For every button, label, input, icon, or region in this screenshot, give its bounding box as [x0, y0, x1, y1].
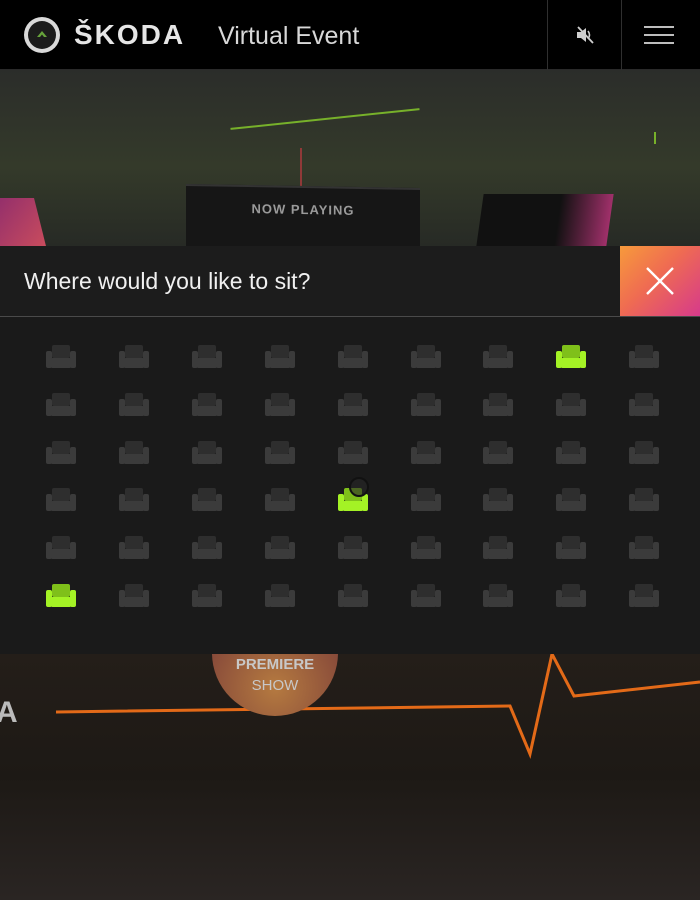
side-screen-right: [476, 194, 614, 246]
speaker-muted-icon: [576, 26, 594, 44]
seat[interactable]: [629, 344, 659, 372]
seat[interactable]: [265, 344, 295, 372]
seat[interactable]: [119, 487, 149, 515]
seat[interactable]: [411, 344, 441, 372]
seat[interactable]: [338, 535, 368, 563]
heartbeat-neon-line: [55, 654, 700, 759]
seat[interactable]: [192, 487, 222, 515]
header-subtitle: Virtual Event: [218, 22, 360, 50]
seat[interactable]: [483, 487, 513, 515]
now-playing-label: NOW PLAYING: [251, 201, 355, 218]
hamburger-menu-icon: [643, 20, 674, 50]
seat[interactable]: [411, 535, 441, 563]
seat[interactable]: [119, 583, 149, 611]
close-button[interactable]: [620, 246, 700, 316]
seat-selected[interactable]: [46, 583, 76, 611]
seat[interactable]: [265, 392, 295, 420]
seat[interactable]: [338, 392, 368, 420]
seat[interactable]: [192, 392, 222, 420]
seat[interactable]: [46, 344, 76, 372]
seat[interactable]: [556, 583, 586, 611]
seat[interactable]: [483, 344, 513, 372]
seat[interactable]: [338, 583, 368, 611]
seat[interactable]: [629, 440, 659, 468]
seat[interactable]: [629, 392, 659, 420]
skoda-arrow-logo-icon[interactable]: [24, 17, 60, 53]
seat[interactable]: [119, 440, 149, 468]
neon-line: [300, 148, 302, 188]
seat[interactable]: [411, 487, 441, 515]
side-letter: A: [0, 696, 18, 729]
seat[interactable]: [629, 535, 659, 563]
seat[interactable]: [338, 440, 368, 468]
seat[interactable]: [265, 583, 295, 611]
seat-picker-header: Where would you like to sit?: [0, 246, 700, 317]
seat[interactable]: [265, 535, 295, 563]
seat-picker-title: Where would you like to sit?: [24, 268, 311, 294]
neon-line: [654, 132, 656, 144]
seat[interactable]: [556, 392, 586, 420]
seat[interactable]: [483, 535, 513, 563]
seat[interactable]: [411, 392, 441, 420]
background-scene-bottom: PREMIERE SHOW A: [0, 654, 700, 900]
seat-selected[interactable]: [556, 344, 586, 372]
seat[interactable]: [411, 583, 441, 611]
seat[interactable]: [119, 344, 149, 372]
side-screen-left: [0, 198, 46, 246]
seat[interactable]: [119, 535, 149, 563]
now-playing-screen: NOW PLAYING: [186, 183, 420, 246]
seat[interactable]: [192, 344, 222, 372]
pointer-cursor: [349, 477, 369, 497]
menu-button[interactable]: [621, 0, 695, 70]
seat[interactable]: [556, 487, 586, 515]
seat[interactable]: [411, 440, 441, 468]
seat[interactable]: [483, 392, 513, 420]
seat[interactable]: [119, 392, 149, 420]
seat[interactable]: [46, 392, 76, 420]
seat[interactable]: [46, 440, 76, 468]
seat[interactable]: [629, 583, 659, 611]
seat-grid: [0, 317, 700, 654]
close-x-icon: [646, 267, 674, 295]
premiere-label: PREMIERE: [235, 656, 315, 673]
seat[interactable]: [265, 487, 295, 515]
seat[interactable]: [483, 440, 513, 468]
seat[interactable]: [46, 487, 76, 515]
seat[interactable]: [483, 583, 513, 611]
mute-button[interactable]: [547, 0, 621, 70]
seat[interactable]: [338, 344, 368, 372]
seat[interactable]: [192, 535, 222, 563]
seat[interactable]: [556, 535, 586, 563]
seat[interactable]: [46, 535, 76, 563]
app-header: ŠKODA Virtual Event: [0, 0, 700, 70]
show-label: SHOW: [251, 677, 299, 694]
neon-line: [230, 108, 420, 130]
seat[interactable]: [556, 440, 586, 468]
seat[interactable]: [192, 583, 222, 611]
seat[interactable]: [265, 440, 295, 468]
seat[interactable]: [192, 440, 222, 468]
seat[interactable]: [629, 487, 659, 515]
brand-name: ŠKODA: [74, 19, 186, 50]
background-scene-top: NOW PLAYING: [0, 70, 700, 246]
